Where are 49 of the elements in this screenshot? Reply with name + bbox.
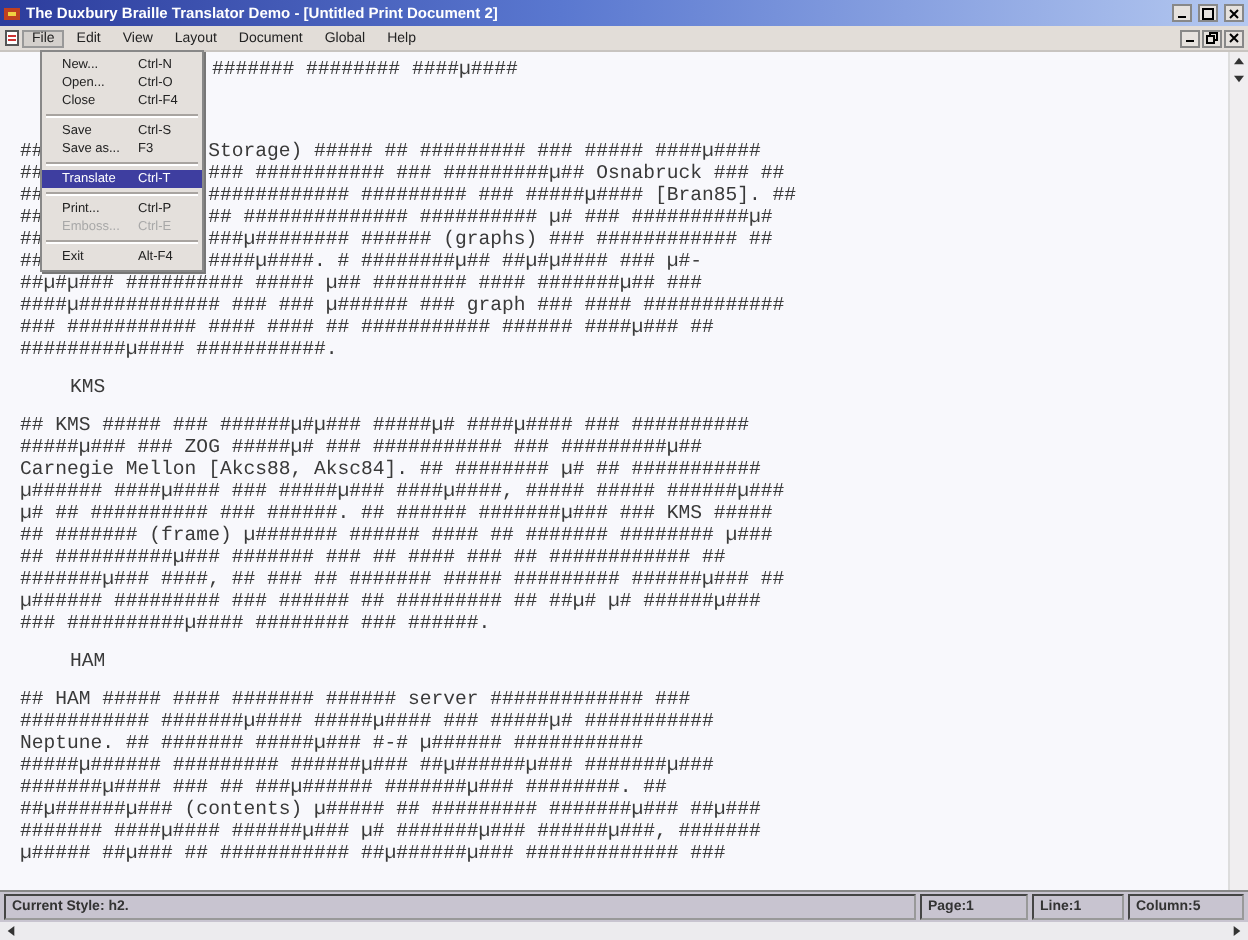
text-line: ##µ######µ### (contents) µ##### ## ######### #######µ### ##µ### [20, 798, 761, 820]
text-line: #####µ###### ######### ######µ### ##µ######µ### #######µ### [20, 754, 714, 776]
text-line: ########### #######µ#### #####µ#### ### #####µ# ########### [20, 710, 714, 732]
text-line: ## ####### (frame) µ####### ###### #### ## ####### ######## µ### [20, 524, 773, 546]
right-arrow-icon[interactable] [1232, 926, 1242, 936]
app-icon [4, 5, 20, 21]
horizontal-scrollbar[interactable] [0, 922, 1248, 940]
text-line: ####µ####. # ########µ## ##µ#µ#### ### µ#- [208, 250, 702, 272]
text-line: #####µ### ### ZOG #####µ# ### ########### ### #########µ## [20, 436, 702, 458]
text-line: ####### ######## ####µ#### [212, 58, 518, 80]
text-line: #########µ#### ###########. [20, 338, 338, 360]
text-line: µ# ## ########## ### ######. ## ###### #######µ### ### KMS ##### [20, 502, 773, 524]
minimize-button[interactable] [1180, 29, 1200, 47]
maximize-icon [1202, 7, 1214, 19]
text-line: Storage) ##### ## ######### ### ##### ####µ#### [208, 140, 761, 162]
text-line: ## ############## ########## µ# ### ##########µ# [208, 206, 773, 228]
maximize-button[interactable] [1198, 4, 1218, 22]
text-line: ####µ############ ### ### µ###### ### graph ### #### ############ [20, 294, 785, 316]
close-button[interactable] [1224, 4, 1244, 22]
text-line: #######µ#### ### ## ###µ###### #######µ### ########. ## [20, 776, 667, 798]
text-line: ### ########### ### #########µ## Osnabruck ### ## [208, 162, 785, 184]
text-line: ## KMS ##### ### ######µ#µ### #####µ# ####µ#### ### ########## [20, 414, 750, 436]
text-line: ## HAM ##### #### ####### ###### server ############# ### [20, 688, 691, 710]
text-line: µ###### ####µ#### ### #####µ### ####µ####, ##### ##### ######µ### [20, 480, 785, 502]
text-line: ############ ######### ### #####µ#### [Bran85]. ## [208, 184, 797, 206]
text-line: ##µ#µ### ########## ##### µ## ######## #### #######µ## ### [20, 272, 702, 294]
text-line: #######µ### ####, ## ### ## ####### ##### ######### ######µ### ## [20, 568, 785, 590]
restore-button[interactable] [1202, 29, 1222, 47]
text-line: ####### ####µ#### ######µ### µ# #######µ### ######µ###, ####### [20, 820, 761, 842]
section-heading: HAM [70, 650, 106, 672]
close-icon [1228, 7, 1240, 19]
text-line: µ###### ######### ### ###### ## ######### ## ##µ# µ# ######µ### [20, 590, 761, 612]
text-line: Carnegie Mellon [Akcs88, Aksc84]. ## ######## µ# ## ########### [20, 458, 761, 480]
up-arrow-icon[interactable] [1234, 56, 1244, 66]
close-icon [1228, 32, 1240, 44]
document-icon[interactable] [4, 30, 20, 46]
down-arrow-icon[interactable] [1234, 74, 1244, 84]
left-arrow-icon[interactable] [6, 926, 16, 936]
text-line: µ##### ##µ### ## ########### ##µ######µ### ############# ### [20, 842, 726, 864]
close-button[interactable] [1224, 29, 1244, 47]
minimize-button[interactable] [1172, 4, 1192, 22]
text-line: Neptune. ## ####### #####µ### #-# µ###### ########### [20, 732, 644, 754]
restore-icon [1206, 32, 1218, 44]
text-line: ###µ######## ###### (graphs) ### ############ ## [208, 228, 773, 250]
vertical-scrollbar[interactable] [1228, 52, 1248, 890]
section-heading: KMS [70, 376, 106, 398]
text-line: ### ########### #### #### ## ########### ###### ####µ### ## [20, 316, 714, 338]
text-line: ## ##########µ### ####### ### ## #### ### ## ############ ## [20, 546, 726, 568]
text-line: ### ##########µ#### ######## ### ######. [20, 612, 491, 634]
